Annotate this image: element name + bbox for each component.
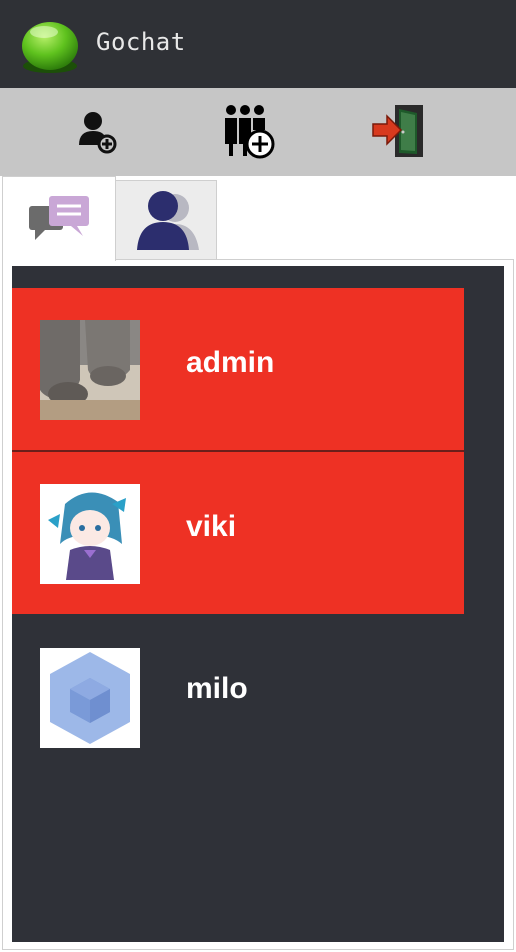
add-friend-icon [79,112,117,154]
logout-icon [372,105,423,157]
user-list-panel: admin viki milo [12,266,504,942]
user-item-admin[interactable]: admin [12,288,464,450]
user-list: admin viki milo [12,288,464,776]
user-item-milo[interactable]: milo [12,614,464,776]
blue-cube-avatar-icon [40,648,140,748]
add-friend-button[interactable] [62,96,132,166]
chat-bubbles-icon [29,196,89,240]
title-bar: Gochat [0,0,516,88]
anime-girl-avatar-icon [40,484,140,584]
toolbar [0,88,516,176]
create-group-icon [225,105,275,159]
tab-chats[interactable] [2,176,116,261]
contacts-icon [137,191,199,250]
avatar [40,484,140,584]
logout-button[interactable] [362,96,432,166]
user-name: viki [186,510,237,543]
cat-paws-avatar-icon [40,320,140,420]
create-group-button[interactable] [214,96,284,166]
avatar [40,648,140,748]
user-item-viki[interactable]: viki [12,450,464,614]
green-ball-logo-icon [22,22,78,73]
tab-contacts[interactable] [115,180,217,260]
avatar [40,320,140,420]
user-name: milo [186,672,248,705]
user-name: admin [186,346,275,379]
tab-bar [0,176,516,261]
app-title: Gochat [96,28,186,56]
